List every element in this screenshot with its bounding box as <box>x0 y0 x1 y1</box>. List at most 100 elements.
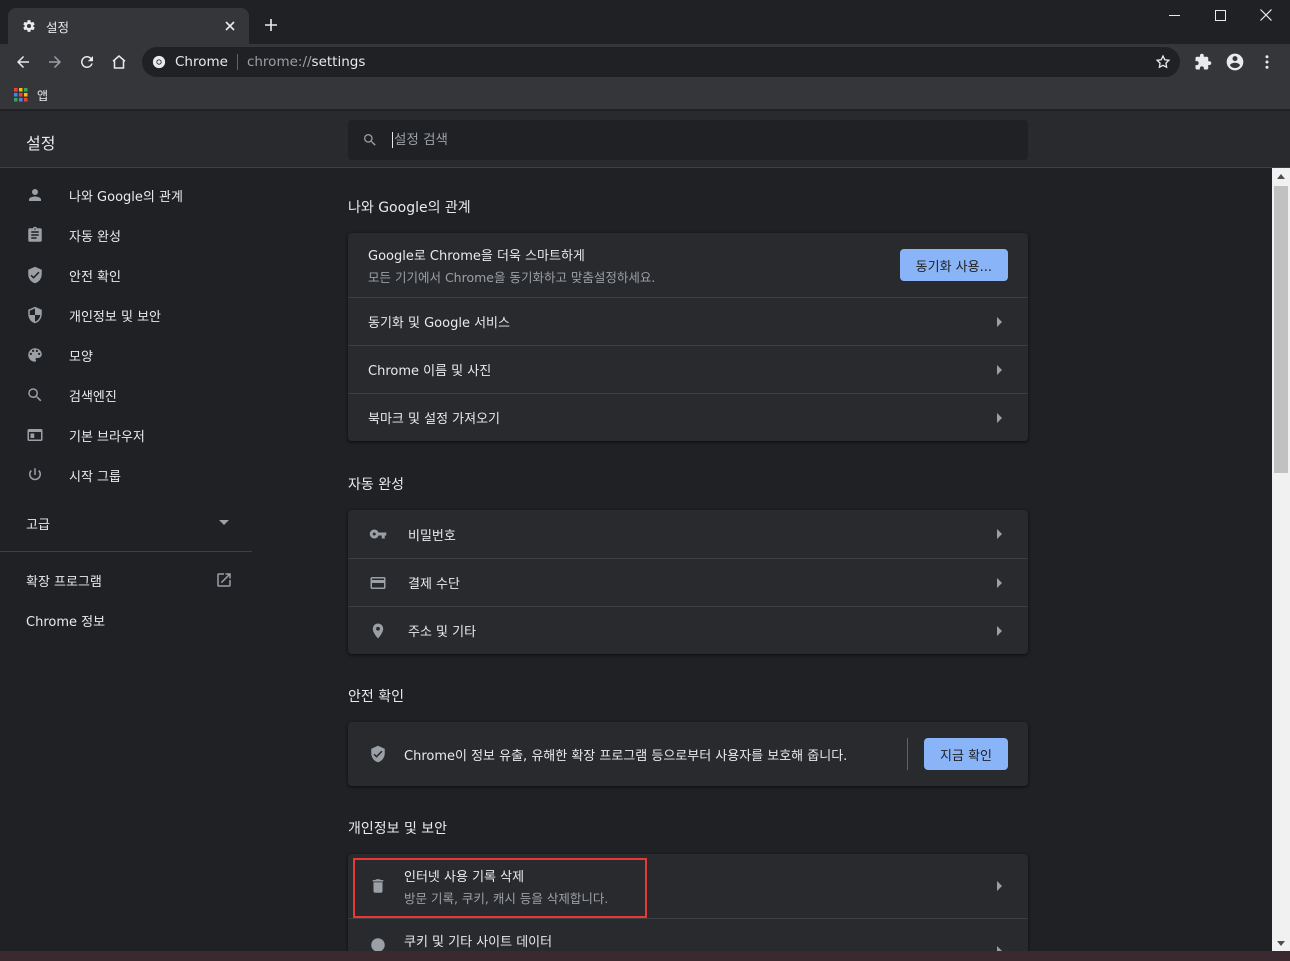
location-pin-icon <box>368 621 388 641</box>
palette-icon <box>26 346 44 364</box>
row-chrome-name-and-picture[interactable]: Chrome 이름 및 사진 <box>348 345 1028 393</box>
sidebar-divider <box>0 551 252 552</box>
sidebar-item-default-browser[interactable]: 기본 브라우저 <box>0 415 252 455</box>
sidebar-item-label: 안전 확인 <box>69 269 121 285</box>
arrow-right-icon <box>990 408 1010 428</box>
row-import-bookmarks[interactable]: 북마크 및 설정 가져오기 <box>348 393 1028 441</box>
row-label: 북마크 및 설정 가져오기 <box>368 412 500 427</box>
arrow-left-icon <box>17 56 29 68</box>
apps-label: 앱 <box>37 88 49 103</box>
forward-button[interactable] <box>41 48 69 76</box>
settings-search[interactable] <box>348 120 1028 160</box>
sidebar-item-label: 나와 Google의 관계 <box>69 189 183 205</box>
advanced-label: 고급 <box>26 517 50 533</box>
address-bar[interactable]: Chrome chrome:// settings <box>142 47 1180 77</box>
sidebar-item-on-startup[interactable]: 시작 그룹 <box>0 455 252 495</box>
sidebar-item-you-and-google[interactable]: 나와 Google의 관계 <box>0 175 252 215</box>
credit-card-icon <box>368 573 388 593</box>
extensions-button[interactable] <box>1189 48 1217 76</box>
maximize-icon[interactable] <box>1197 0 1243 30</box>
reload-button[interactable] <box>73 48 101 76</box>
scrollbar-thumb[interactable] <box>1274 186 1288 473</box>
browser-icon <box>26 426 44 444</box>
arrow-right-icon <box>990 876 1010 896</box>
sync-promo-row: Google로 Chrome을 더욱 스마트하게 모든 기기에서 Chrome을… <box>348 233 1028 297</box>
page-scrollbar[interactable] <box>1272 168 1290 951</box>
page-title: 설정 <box>26 134 56 153</box>
check-now-button[interactable]: 지금 확인 <box>924 738 1008 770</box>
row-addresses[interactable]: 주소 및 기타 <box>348 606 1028 654</box>
more-vert-icon <box>1265 55 1269 69</box>
search-input[interactable] <box>392 132 952 148</box>
site-name: Chrome <box>175 54 228 70</box>
key-icon <box>368 524 388 544</box>
row-passwords[interactable]: 비밀번호 <box>348 510 1028 558</box>
sidebar-item-label: 자동 완성 <box>69 229 121 245</box>
scroll-down-icon[interactable] <box>1272 935 1290 951</box>
profile-button[interactable] <box>1221 48 1249 76</box>
sidebar-item-label: 모양 <box>69 349 93 365</box>
section-title-safety-check: 안전 확인 <box>348 689 404 705</box>
search-icon <box>364 134 376 146</box>
arrow-right-icon <box>990 312 1010 332</box>
search-icon <box>26 386 44 404</box>
sidebar-item-privacy[interactable]: 개인정보 및 보안 <box>0 295 252 335</box>
row-cookies[interactable]: 쿠키 및 기타 사이트 데이터 <box>348 918 1028 951</box>
row-sync-and-google-services[interactable]: 동기화 및 Google 서비스 <box>348 297 1028 345</box>
sidebar-item-extensions[interactable]: 확장 프로그램 <box>0 560 252 600</box>
home-icon <box>112 55 126 69</box>
apps-shortcut[interactable]: 앱 <box>14 85 48 105</box>
sidebar-item-autofill[interactable]: 자동 완성 <box>0 215 252 255</box>
row-label: Chrome 이름 및 사진 <box>368 364 492 379</box>
os-taskbar-strip <box>0 951 1290 961</box>
settings-sidebar: 나와 Google의 관계 자동 완성 안전 확인 개인정보 및 보안 모양 검… <box>0 168 252 961</box>
apps-grid-icon <box>14 88 28 102</box>
arrow-right-icon <box>990 621 1010 641</box>
sidebar-item-about-chrome[interactable]: Chrome 정보 <box>26 611 105 630</box>
chrome-logo-icon <box>152 55 166 69</box>
arrow-right-icon <box>49 56 61 68</box>
tab-title: 설정 <box>46 19 70 35</box>
sidebar-item-label: 시작 그룹 <box>69 469 121 485</box>
sidebar-advanced-toggle[interactable]: 고급 <box>0 503 252 543</box>
shield-check-icon <box>368 744 388 764</box>
power-icon <box>26 466 44 484</box>
minimize-icon[interactable] <box>1151 0 1197 30</box>
bookmark-star-icon[interactable] <box>1154 53 1172 71</box>
vertical-divider <box>907 738 909 770</box>
tab-close-icon[interactable] <box>221 17 239 35</box>
row-payment-methods[interactable]: 결제 수단 <box>348 558 1028 606</box>
arrow-right-icon <box>990 524 1010 544</box>
safety-check-row: Chrome이 정보 유출, 유해한 확장 프로그램 등으로부터 사용자를 보호… <box>348 722 1028 786</box>
sidebar-item-search-engine[interactable]: 검색엔진 <box>0 375 252 415</box>
clear-browsing-subtitle: 방문 기록, 쿠키, 캐시 등을 삭제합니다. <box>404 890 609 906</box>
menu-button[interactable] <box>1253 48 1281 76</box>
omnibox-divider <box>236 54 238 70</box>
turn-on-sync-button[interactable]: 동기화 사용... <box>899 249 1008 281</box>
sidebar-item-label: 기본 브라우저 <box>69 429 145 445</box>
home-button[interactable] <box>105 48 133 76</box>
new-tab-button[interactable] <box>260 14 282 36</box>
autofill-card: 비밀번호 결제 수단 주소 및 기타 <box>348 510 1028 654</box>
person-icon <box>26 186 44 204</box>
account-circle-icon <box>1226 53 1244 71</box>
url-scheme: chrome:// <box>246 54 312 70</box>
puzzle-icon <box>1195 53 1212 70</box>
sync-promo-title: Google로 Chrome을 더욱 스마트하게 <box>368 248 585 264</box>
caret-down-icon <box>214 513 234 533</box>
scroll-up-icon[interactable] <box>1272 168 1290 184</box>
row-label: 동기화 및 Google 서비스 <box>368 316 510 331</box>
row-label: 비밀번호 <box>408 528 456 544</box>
safety-check-card: Chrome이 정보 유출, 유해한 확장 프로그램 등으로부터 사용자를 보호… <box>348 722 1028 786</box>
sidebar-item-appearance[interactable]: 모양 <box>0 335 252 375</box>
bookmarks-bar: 앱 <box>0 80 1290 110</box>
browser-tab[interactable]: 설정 <box>8 8 249 44</box>
sidebar-item-safety-check[interactable]: 안전 확인 <box>0 255 252 295</box>
open-in-new-icon <box>214 570 234 590</box>
back-button[interactable] <box>9 48 37 76</box>
close-icon[interactable] <box>1243 0 1289 30</box>
trash-icon <box>368 876 388 896</box>
row-clear-browsing-data[interactable]: 인터넷 사용 기록 삭제 방문 기록, 쿠키, 캐시 등을 삭제합니다. <box>348 854 1028 918</box>
settings-header: 설정 <box>0 111 1290 168</box>
arrow-right-icon <box>990 360 1010 380</box>
